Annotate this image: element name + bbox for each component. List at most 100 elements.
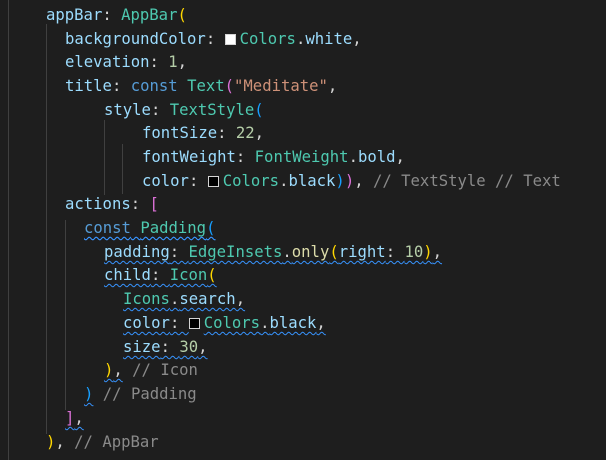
token: ) [46,433,56,451]
token: . [295,30,306,48]
token: , [316,314,326,332]
token: Padding [140,219,207,237]
token: FontWeight [254,148,349,166]
token: ) [84,385,94,403]
token: const [130,77,178,95]
token: ( [177,6,187,24]
token: : [385,243,405,261]
token: , [354,172,364,190]
token: white [305,30,353,48]
token: black [269,314,317,332]
token: actions [65,195,131,213]
token: Icon [169,266,208,284]
token: ( [224,77,235,95]
token: , [198,338,208,356]
token: : [235,148,255,166]
code-line-2[interactable]: backgroundColor: Colors.white, [0,28,362,52]
token: . [348,148,358,166]
token: color [142,172,189,190]
token: : [160,338,180,356]
code-line-4[interactable]: title: const Text("Meditate", [0,75,337,99]
token: appBar [46,6,103,24]
token: TextStyle [169,101,255,119]
token: , [327,77,338,95]
token: : [217,124,236,142]
token: only [291,243,330,261]
token: : [169,243,189,261]
black-color-swatch[interactable] [207,176,219,187]
token: backgroundColor [65,30,206,48]
code-line-5[interactable]: style: TextStyle( [0,99,264,123]
token: "Meditate" [234,77,328,95]
token: . [169,290,180,308]
token: 22 [235,124,255,142]
code-line-12[interactable]: child: Icon( [0,264,217,288]
token: , [432,243,443,261]
code-editor[interactable]: appBar: AppBar( backgroundColor: Colors.… [0,0,606,460]
token: elevation [65,53,150,71]
token: , [395,148,405,166]
code-line-16[interactable]: ), // Icon [0,359,198,383]
token: [ [149,195,159,213]
token: ( [206,219,216,237]
token: ( [207,266,217,284]
token: padding [104,243,170,261]
code-line-14[interactable]: color: Colors.black, [0,312,326,336]
code-line-9[interactable]: actions: [ [0,193,159,217]
token: AppBar [121,6,178,24]
token: Colors [222,172,280,190]
code-line-6[interactable]: fontSize: 22, [0,122,264,146]
token: , [113,361,123,379]
token: const [84,219,131,237]
token: size [123,338,161,356]
token: 30 [179,338,199,356]
closing-label-comment: // Padding [102,385,197,403]
closing-label-comment: // Icon [132,361,198,379]
token: EdgeInsets [188,243,283,261]
token: 10 [404,243,424,261]
code-line-13[interactable]: Icons.search, [0,288,245,312]
token: ] [65,409,75,427]
token: : [169,314,189,332]
token: fontSize [142,124,218,142]
token: ( [254,101,264,119]
code-line-7[interactable]: fontWeight: FontWeight.bold, [0,146,405,170]
token: title [65,77,112,95]
black-color-swatch[interactable] [188,318,200,329]
token: : [150,266,170,284]
token: Icons [123,290,170,308]
code-line-3[interactable]: elevation: 1, [0,51,187,75]
token: Text [187,77,225,95]
token: : [205,30,225,48]
white-color-swatch[interactable] [224,34,236,45]
token: search [179,290,236,308]
code-line-10[interactable]: const Padding( [0,217,215,241]
closing-label-comment: // AppBar [74,433,159,451]
token: color [123,314,170,332]
token: ) [104,361,114,379]
token: : [150,101,170,119]
token: 1 [168,53,178,71]
code-line-17[interactable]: ) // Padding [0,383,197,407]
token: black [288,172,336,190]
token: right [338,243,386,261]
token: fontWeight [142,148,236,166]
code-line-1[interactable]: appBar: AppBar( [0,4,187,28]
token: bold [357,148,396,166]
token: Colors [239,30,296,48]
code-line-18[interactable]: ], [0,407,84,431]
token: child [104,266,151,284]
token: Colors [203,314,261,332]
token: : [149,53,169,71]
closing-label-comment: // TextStyle // Text [372,172,561,190]
code-line-8[interactable]: color: Colors.black)), // TextStyle // T… [0,170,561,194]
code-line-15[interactable]: size: 30, [0,336,208,360]
token: , [177,53,188,71]
token: : [102,6,122,24]
code-line-19[interactable]: ), // AppBar [0,431,159,455]
code-line-11[interactable]: padding: EdgeInsets.only(right: 10), [0,241,442,265]
token: style [104,101,151,119]
token: , [352,30,362,48]
token: ) [344,172,355,190]
token: , [254,124,265,142]
